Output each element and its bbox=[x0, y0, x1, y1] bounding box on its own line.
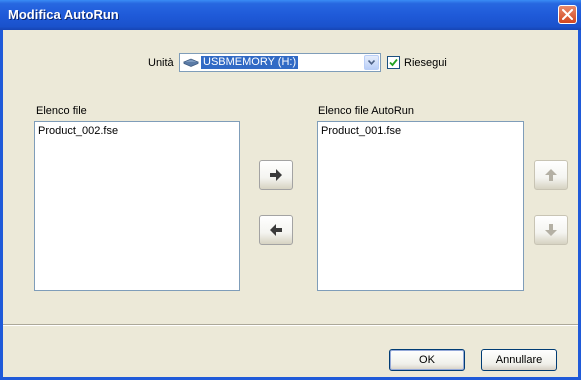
arrow-down-icon bbox=[545, 224, 557, 236]
drive-selected-value: USBMEMORY (H:) bbox=[201, 56, 299, 69]
autorun-list-label: Elenco file AutoRun bbox=[318, 105, 415, 117]
separator bbox=[3, 324, 578, 326]
move-up-button[interactable] bbox=[534, 160, 568, 190]
drive-dropdown-button[interactable] bbox=[364, 55, 379, 70]
list-item[interactable]: Product_002.fse bbox=[38, 125, 118, 137]
move-left-button[interactable] bbox=[259, 215, 293, 245]
arrow-left-icon bbox=[270, 224, 282, 236]
rerun-checkbox[interactable] bbox=[387, 56, 400, 69]
move-down-button[interactable] bbox=[534, 215, 568, 245]
ok-button[interactable]: OK bbox=[389, 349, 465, 371]
usb-drive-icon bbox=[183, 58, 199, 67]
rerun-label: Riesegui bbox=[404, 57, 447, 69]
window-title: Modifica AutoRun bbox=[8, 7, 119, 22]
window-border-left bbox=[0, 30, 3, 380]
list-item[interactable]: Product_001.fse bbox=[321, 125, 401, 137]
drive-select[interactable]: USBMEMORY (H:) bbox=[179, 53, 381, 72]
move-right-button[interactable] bbox=[259, 160, 293, 190]
title-bar[interactable]: Modifica AutoRun bbox=[0, 0, 581, 30]
cancel-button[interactable]: Annullare bbox=[481, 349, 557, 371]
file-list-label: Elenco file bbox=[36, 105, 87, 117]
arrow-up-icon bbox=[545, 169, 557, 181]
close-button[interactable] bbox=[558, 5, 577, 24]
arrow-right-icon bbox=[270, 169, 282, 181]
drive-label: Unità bbox=[148, 57, 174, 69]
file-list[interactable]: Product_002.fse bbox=[34, 121, 240, 291]
chevron-down-icon bbox=[368, 60, 375, 65]
autorun-file-list[interactable]: Product_001.fse bbox=[317, 121, 524, 291]
close-icon bbox=[562, 9, 573, 20]
checkmark-icon bbox=[389, 58, 398, 67]
